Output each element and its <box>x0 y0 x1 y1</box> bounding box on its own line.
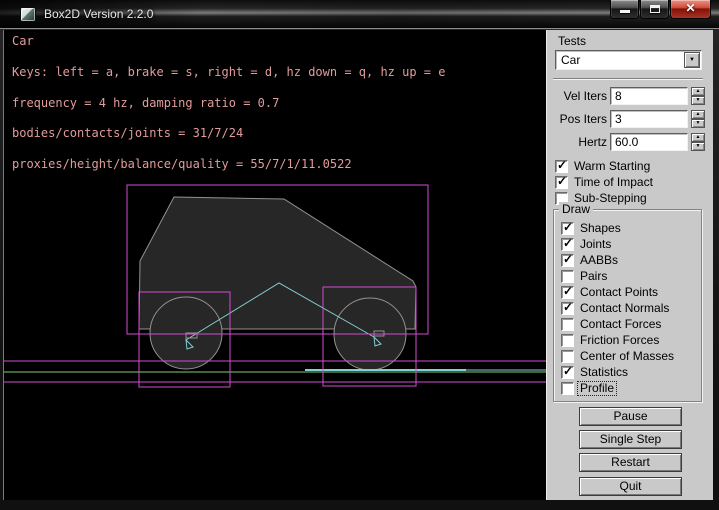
checkbox-box[interactable]: ✓ <box>561 254 574 267</box>
close-icon: ✕ <box>685 1 695 15</box>
vel-iters-stepper: ▲ ▼ <box>691 87 705 105</box>
maximize-button[interactable] <box>640 0 669 19</box>
checkbox-label: Warm Starting <box>574 160 650 173</box>
proxies-stats-text: proxies/height/balance/quality = 55/7/1/… <box>12 157 352 171</box>
checkbox-label: Center of Masses <box>580 350 674 363</box>
checkbox-box[interactable] <box>561 270 574 283</box>
frequency-text: frequency = 4 hz, damping ratio = 0.7 <box>12 96 279 110</box>
checkbox-box[interactable]: ✓ <box>555 160 568 173</box>
spin-up-icon[interactable]: ▲ <box>691 87 705 96</box>
single-step-button[interactable]: Single Step <box>579 430 682 449</box>
checkbox-box[interactable]: ✓ <box>561 238 574 251</box>
pos-iters-stepper: ▲ ▼ <box>691 110 705 128</box>
checkbox-label: Friction Forces <box>580 334 659 347</box>
tests-label: Tests <box>558 34 586 48</box>
checkbox-label: AABBs <box>580 254 618 267</box>
checkbox-label: Shapes <box>580 222 621 235</box>
spin-up-icon[interactable]: ▲ <box>691 133 705 142</box>
check-icon: ✓ <box>563 300 573 314</box>
vel-iters-label: Vel Iters <box>547 89 607 103</box>
checkbox-label: Pairs <box>580 270 607 283</box>
hertz-input[interactable]: 60.0 <box>610 133 688 151</box>
checkbox-label: Profile <box>578 382 616 395</box>
check-icon: ✓ <box>557 174 567 188</box>
hertz-stepper: ▲ ▼ <box>691 133 705 151</box>
checkbox-label: Contact Normals <box>580 302 669 315</box>
debug-stats-text: Car Keys: left = a, brake = s, right = d… <box>12 34 445 173</box>
control-panel: Tests Car ▼ Vel Iters 8 ▲ ▼ Pos Iters 3 … <box>546 30 713 500</box>
vel-iters-row: Vel Iters 8 ▲ ▼ <box>547 87 714 105</box>
app-icon <box>20 7 36 22</box>
hertz-row: Hertz 60.0 ▲ ▼ <box>547 133 714 151</box>
minimize-button[interactable] <box>610 0 639 19</box>
tests-dropdown-value: Car <box>561 53 580 67</box>
simulation-canvas[interactable]: Car Keys: left = a, brake = s, right = d… <box>3 30 546 500</box>
spin-down-icon[interactable]: ▼ <box>691 142 705 151</box>
minimize-icon <box>620 10 630 13</box>
chevron-down-icon: ▼ <box>689 57 695 63</box>
spin-up-icon[interactable]: ▲ <box>691 110 705 119</box>
pos-iters-label: Pos Iters <box>547 112 607 126</box>
app-window: Box2D Version 2.2.0 ✕ <box>0 0 719 510</box>
checkbox-box[interactable] <box>561 382 574 395</box>
checkbox-label: Joints <box>580 238 611 251</box>
window-title: Box2D Version 2.2.0 <box>44 0 153 28</box>
keys-help-text: Keys: left = a, brake = s, right = d, hz… <box>12 65 445 79</box>
checkbox-label: Contact Points <box>580 286 658 299</box>
checkbox-label: Time of Impact <box>574 176 653 189</box>
check-icon: ✓ <box>563 364 573 378</box>
checkbox-label: Statistics <box>580 366 628 379</box>
restart-button[interactable]: Restart <box>579 453 682 472</box>
pos-iters-row: Pos Iters 3 ▲ ▼ <box>547 110 714 128</box>
checkbox-box[interactable]: ✓ <box>561 286 574 299</box>
title-bar[interactable]: Box2D Version 2.2.0 ✕ <box>0 0 719 29</box>
dropdown-arrow-button[interactable]: ▼ <box>684 52 700 68</box>
check-icon: ✓ <box>557 158 567 172</box>
check-icon: ✓ <box>563 252 573 266</box>
draw-group-label: Draw <box>559 202 593 216</box>
checkbox-box[interactable]: ✓ <box>555 176 568 189</box>
check-icon: ✓ <box>563 236 573 250</box>
checkbox-box[interactable]: ✓ <box>561 366 574 379</box>
checkbox-box[interactable]: ✓ <box>561 302 574 315</box>
spin-down-icon[interactable]: ▼ <box>691 96 705 105</box>
check-icon: ✓ <box>563 220 573 234</box>
maximize-icon <box>650 5 660 13</box>
checkbox-label: Contact Forces <box>580 318 661 331</box>
close-button[interactable]: ✕ <box>670 0 711 19</box>
vel-iters-input[interactable]: 8 <box>610 87 688 105</box>
test-name-text: Car <box>12 34 34 48</box>
hertz-label: Hertz <box>547 135 607 149</box>
checkbox-box[interactable] <box>561 318 574 331</box>
checkbox-box[interactable]: ✓ <box>561 222 574 235</box>
check-icon: ✓ <box>563 284 573 298</box>
tests-dropdown[interactable]: Car ▼ <box>555 50 702 70</box>
separator <box>553 78 703 80</box>
bodies-stats-text: bodies/contacts/joints = 31/7/24 <box>12 126 243 140</box>
checkbox-box[interactable] <box>561 350 574 363</box>
quit-button[interactable]: Quit <box>579 477 682 496</box>
pause-button[interactable]: Pause <box>579 407 682 426</box>
spin-down-icon[interactable]: ▼ <box>691 119 705 128</box>
checkbox-box[interactable] <box>561 334 574 347</box>
pos-iters-input[interactable]: 3 <box>610 110 688 128</box>
